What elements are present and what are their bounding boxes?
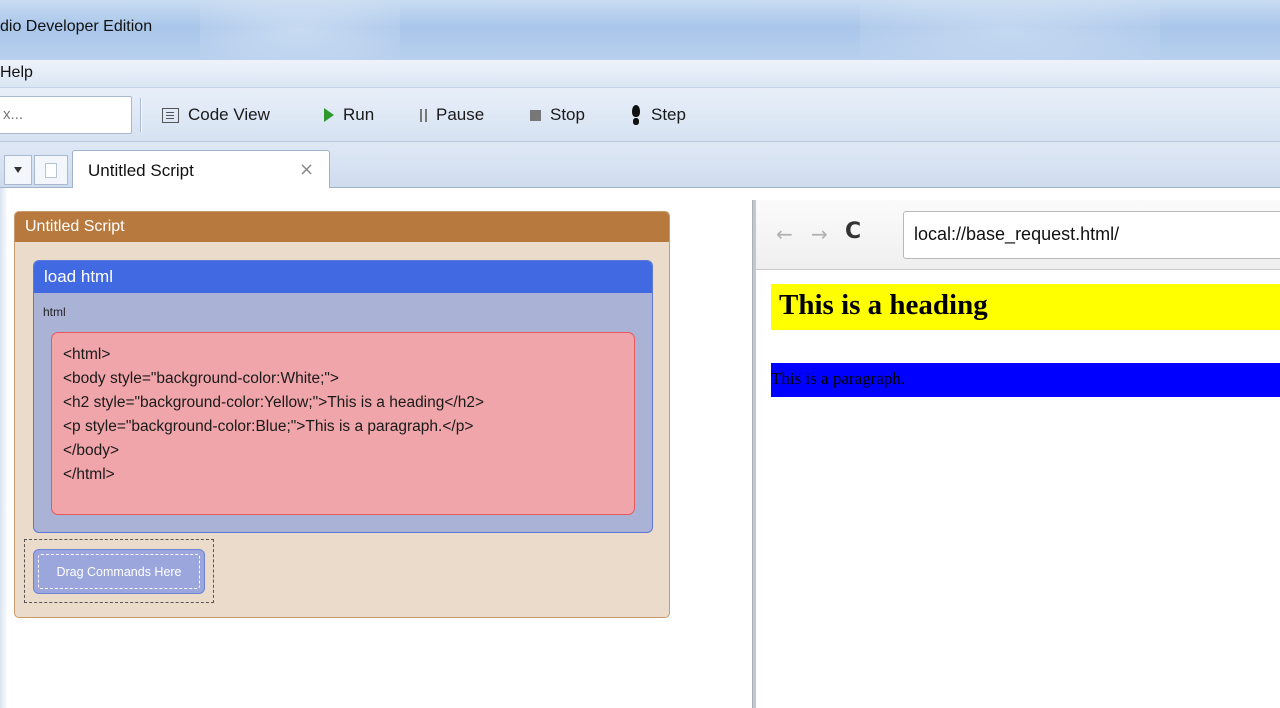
script-header: Untitled Script [15,212,669,242]
footprint-icon [630,105,642,125]
search-input[interactable] [3,97,123,131]
load-html-command[interactable]: load html html <html> <body style="backg… [33,260,653,533]
rendered-heading: This is a heading [771,284,1280,330]
drop-zone-label: Drag Commands Here [56,564,182,579]
tab-label: Untitled Script [88,161,194,180]
stop-button[interactable]: Stop [530,102,585,128]
drop-zone-inner: Drag Commands Here [38,554,200,589]
reload-icon[interactable]: C [845,219,861,244]
code-line: <html> [63,346,111,363]
command-header: load html [34,261,652,293]
code-line: <body style="background-color:White;"> [63,370,339,387]
step-label: Step [651,105,686,124]
code-line: </body> [63,442,120,459]
stop-label: Stop [550,105,585,124]
back-arrow-icon[interactable]: ← [776,222,793,246]
forward-arrow-icon[interactable]: → [811,222,828,246]
new-tab-button[interactable] [34,155,68,185]
script-block[interactable]: Untitled Script load html html <html> <b… [14,211,670,618]
step-button[interactable]: Step [630,102,686,128]
code-view-button[interactable]: Code View [162,102,270,128]
toolbar: Code View Run Pause Stop Step [0,88,1280,142]
run-label: Run [343,105,375,124]
menu-bar: Help [0,60,1280,88]
document-icon [45,162,57,178]
browser-nav-bar: ← → C local://base_request.html/ [756,200,1280,270]
rendered-heading-text: This is a heading [779,289,988,321]
url-text: local://base_request.html/ [914,224,1120,244]
pause-button[interactable]: Pause [420,102,484,128]
code-view-label: Code View [188,105,270,124]
script-title: Untitled Script [25,218,125,235]
pause-label: Pause [436,105,485,124]
rendered-paragraph: This is a paragraph. [771,363,1280,397]
app-window: dio Developer Edition Help Code View Run… [0,0,1280,708]
code-line: <p style="background-color:Blue;">This i… [63,418,474,435]
html-code-field[interactable]: <html> <body style="background-color:Whi… [51,332,635,515]
code-line: </html> [63,466,115,483]
title-bar-glow [200,0,400,60]
address-bar[interactable]: local://base_request.html/ [903,211,1280,259]
pause-icon [420,108,427,122]
drag-commands-drop-zone[interactable]: Drag Commands Here [33,549,205,594]
search-box[interactable] [0,96,132,134]
title-bar: dio Developer Edition [0,0,1280,60]
close-tab-icon[interactable]: × [299,159,314,180]
code-line: <h2 style="background-color:Yellow;">Thi… [63,394,485,411]
menu-item-help[interactable]: Help [0,64,33,82]
toolbar-separator [140,98,142,132]
tab-list-dropdown[interactable] [4,155,32,185]
command-title: load html [44,267,113,286]
run-button[interactable]: Run [324,102,374,128]
code-view-icon [162,107,179,123]
pane-edge [0,188,8,708]
tab-strip: Untitled Script × [0,142,1280,189]
window-title: dio Developer Edition [0,18,153,35]
rendered-paragraph-text: This is a paragraph. [771,369,906,388]
param-label: html [43,305,66,319]
title-bar-glow [860,0,1160,60]
tab-untitled-script[interactable]: Untitled Script × [72,150,330,189]
drop-zone-frame: Drag Commands Here [24,539,214,603]
stop-icon [530,109,541,121]
run-icon [324,108,334,122]
